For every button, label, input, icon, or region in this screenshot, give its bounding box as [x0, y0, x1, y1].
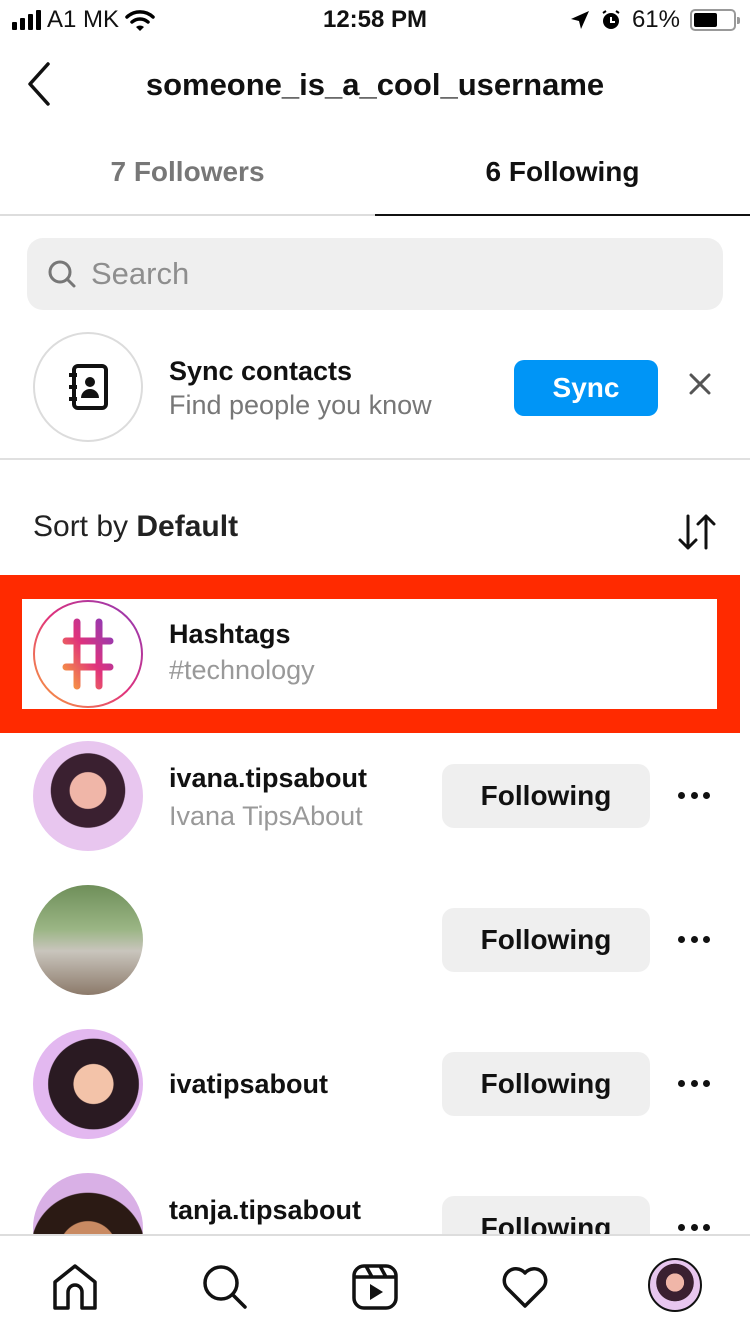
status-bar: A1 MK 12:58 PM 61% — [0, 0, 750, 40]
close-icon[interactable] — [686, 370, 714, 398]
tab-following[interactable]: 6 Following — [375, 130, 750, 216]
following-row: ivana.tipsabout Ivana TipsAbout Followin… — [0, 741, 750, 861]
page-title: someone_is_a_cool_username — [145, 67, 605, 102]
username[interactable]: ivana.tipsabout — [169, 763, 367, 794]
username[interactable]: tanja.tipsabout — [169, 1195, 361, 1226]
heart-icon[interactable] — [500, 1262, 550, 1312]
hashtag-icon — [33, 600, 143, 708]
hashtags-row[interactable]: Hashtags #technology — [22, 599, 717, 709]
search-icon — [48, 260, 76, 288]
more-options-icon[interactable] — [678, 1224, 710, 1234]
following-button[interactable]: Following — [442, 908, 650, 972]
battery-icon — [690, 9, 740, 31]
contacts-book-icon — [69, 364, 108, 410]
sort-arrows-icon[interactable] — [676, 512, 718, 552]
more-options-icon[interactable] — [678, 1080, 710, 1090]
sync-title: Sync contacts — [169, 356, 353, 386]
sync-contacts-card: Sync contacts Find people you know Sync — [0, 332, 750, 460]
username[interactable]: ivatipsabout — [169, 1069, 328, 1100]
following-row: ivatipsabout Following — [0, 1029, 750, 1149]
search-input[interactable] — [91, 256, 651, 292]
more-options-icon[interactable] — [678, 936, 710, 946]
sort-label[interactable]: Sort by Default — [33, 510, 238, 544]
sync-button[interactable]: Sync — [514, 360, 658, 416]
search-bar[interactable] — [27, 238, 723, 310]
location-icon — [570, 11, 589, 29]
hashtags-title: Hashtags — [169, 619, 291, 649]
search-icon[interactable] — [200, 1262, 250, 1312]
sort-value: Default — [136, 510, 239, 543]
sync-subtitle: Find people you know — [169, 390, 432, 420]
sort-prefix: Sort by — [33, 510, 129, 543]
following-row: Following — [0, 885, 750, 1005]
full-name: Ivana TipsAbout — [169, 801, 363, 831]
following-button[interactable]: Following — [442, 764, 650, 828]
hashtags-subtitle: #technology — [169, 655, 315, 685]
avatar[interactable] — [33, 885, 143, 995]
contacts-icon-circle — [33, 332, 143, 442]
tab-bar: 7 Followers 6 Following — [0, 130, 750, 216]
avatar[interactable] — [33, 741, 143, 851]
reels-icon[interactable] — [350, 1262, 400, 1312]
home-icon[interactable] — [50, 1262, 100, 1312]
avatar[interactable] — [33, 1029, 143, 1139]
alarm-icon — [602, 10, 620, 29]
tab-followers[interactable]: 7 Followers — [0, 130, 375, 214]
header: someone_is_a_cool_username — [0, 50, 750, 120]
battery-percent: 61% — [631, 6, 680, 33]
highlight-box: Hashtags #technology — [0, 575, 740, 733]
bottom-nav — [0, 1234, 750, 1334]
following-button[interactable]: Following — [442, 1052, 650, 1116]
profile-avatar[interactable] — [648, 1258, 702, 1312]
more-options-icon[interactable] — [678, 792, 710, 802]
